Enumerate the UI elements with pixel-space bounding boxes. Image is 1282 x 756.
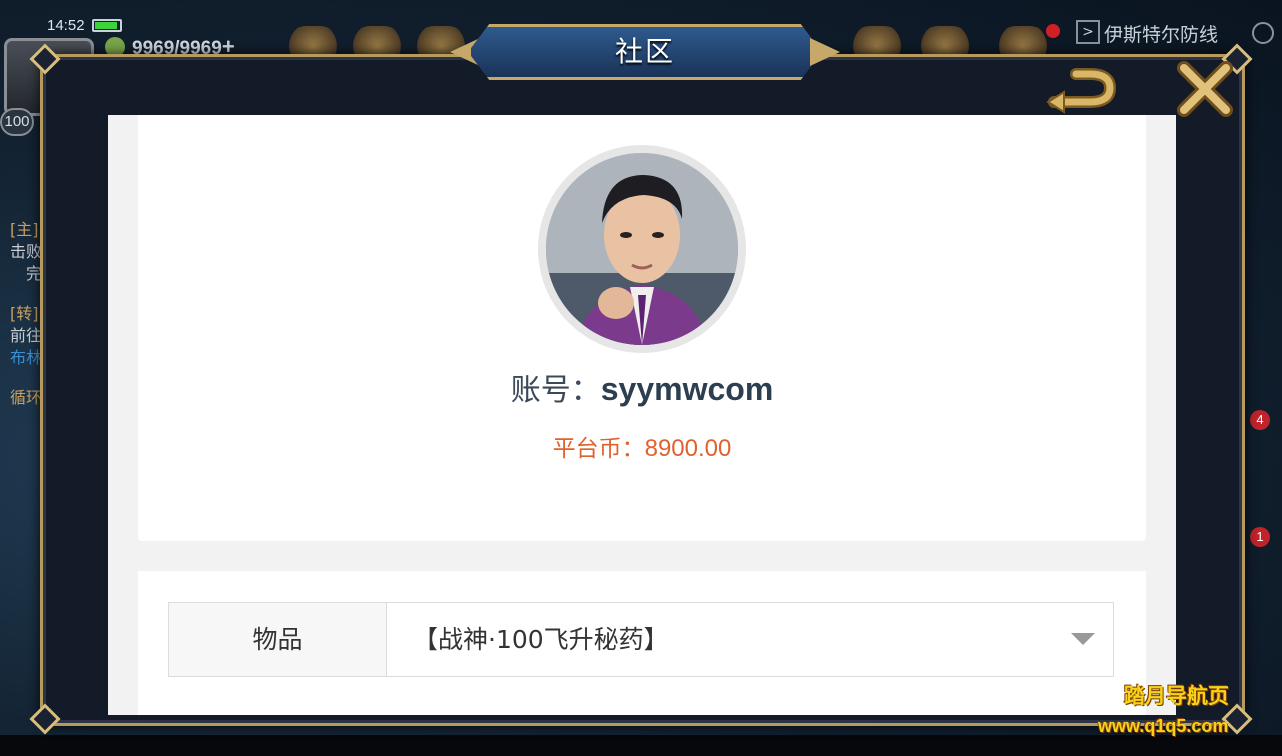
item-select-value: 【战神·100飞升秘药】 — [413, 625, 669, 654]
coins-value: 8900.00 — [644, 435, 732, 462]
back-button[interactable] — [1046, 64, 1120, 114]
chevron-down-icon — [1071, 633, 1095, 645]
modal-title-plate: 社区 — [450, 24, 840, 80]
item-select[interactable]: 【战神·100飞升秘药】 — [387, 603, 1113, 676]
watermark-title: 踏月导航页 — [1124, 684, 1229, 708]
quest-text: 击败 — [10, 242, 43, 261]
quest-text: 前往 — [10, 326, 43, 345]
quest-tracker[interactable]: [主] 击败 完 [转] 前往 布林 循环 — [2, 170, 42, 500]
close-x-icon — [1177, 61, 1233, 117]
quest-tag: 循环 — [10, 388, 43, 407]
item-label: 物品 — [169, 603, 387, 676]
item-form-row: 物品 【战神·100飞升秘药】 — [168, 602, 1114, 677]
account-line: 账号：syymwcom — [138, 365, 1146, 409]
account-label: 账号： — [510, 373, 601, 408]
map-name: 伊斯特尔防线 — [1104, 24, 1219, 46]
battery-icon — [92, 19, 122, 32]
map-expand-icon[interactable]: > — [1076, 20, 1100, 44]
player-level-badge: 100 — [0, 108, 34, 136]
avatar-portrait-icon — [546, 153, 738, 345]
platform-coins: 平台币：8900.00 — [138, 429, 1146, 463]
status-time: 14:52 — [47, 17, 85, 34]
close-button[interactable] — [1176, 60, 1234, 118]
modal-title: 社区 — [614, 35, 675, 68]
item-card: 物品 【战神·100飞升秘药】 — [138, 571, 1146, 715]
profile-card: 账号：syymwcom 平台币：8900.00 — [138, 115, 1146, 541]
bottom-strip — [0, 735, 1282, 756]
badge-count: 4 — [1250, 410, 1270, 430]
badge-count: 1 — [1250, 527, 1270, 547]
back-arrow-icon — [1046, 68, 1117, 114]
account-value: syymwcom — [600, 371, 774, 407]
avatar[interactable] — [546, 153, 738, 345]
search-icon[interactable] — [1252, 22, 1274, 44]
watermark-url: www.q1q5.com — [1098, 716, 1229, 736]
notification-dot — [1046, 24, 1060, 38]
coins-label: 平台币： — [552, 436, 645, 462]
quest-text: 布林 — [10, 348, 43, 367]
quest-tag: [转] — [10, 304, 39, 323]
avatar-ring — [538, 145, 746, 353]
quest-tag: [主] — [10, 220, 39, 239]
modal-content: 账号：syymwcom 平台币：8900.00 物品 【战神·100飞升秘药】 — [108, 115, 1176, 715]
